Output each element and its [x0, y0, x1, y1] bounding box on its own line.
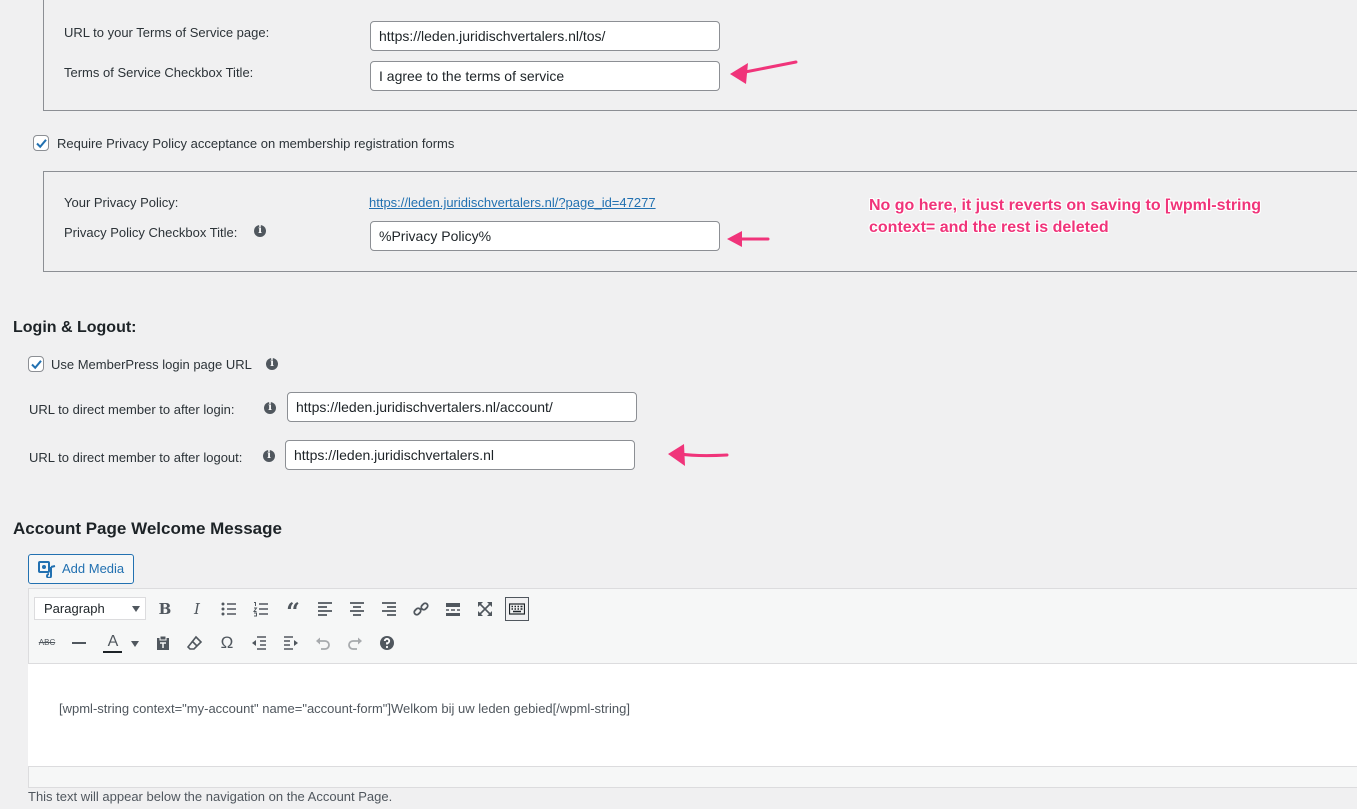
italic-icon[interactable]: I — [185, 597, 209, 621]
after-login-label: URL to direct member to after login: — [29, 402, 235, 417]
welcome-heading: Account Page Welcome Message — [13, 519, 282, 538]
annotation-line-2: context= and the rest is deleted — [869, 219, 1109, 236]
require-privacy-checkbox[interactable] — [33, 135, 49, 151]
bold-icon[interactable]: B — [153, 597, 177, 621]
info-icon[interactable]: i — [266, 358, 278, 370]
link-icon[interactable] — [409, 597, 433, 621]
info-icon[interactable]: i — [263, 450, 275, 462]
outdent-icon[interactable] — [247, 631, 271, 655]
arrow-annotation-privacy — [727, 231, 770, 247]
privacy-checkbox-title-input[interactable]: %Privacy Policy% — [370, 221, 720, 251]
add-media-label: Add Media — [62, 561, 125, 576]
format-select[interactable]: Paragraph — [34, 597, 146, 620]
privacy-checkbox-title-label: Privacy Policy Checkbox Title: — [64, 225, 238, 240]
privacy-policy-link[interactable]: https://leden.juridischvertalers.nl/?pag… — [369, 195, 656, 210]
after-logout-label: URL to direct member to after logout: — [29, 450, 243, 465]
add-media-button[interactable]: Add Media — [28, 554, 134, 584]
require-privacy-label: Require Privacy Policy acceptance on mem… — [57, 136, 455, 151]
bullet-list-icon[interactable] — [217, 597, 241, 621]
toolbar-toggle-icon[interactable] — [505, 597, 529, 621]
annotation-note: No go here, it just reverts on saving to… — [869, 195, 1261, 239]
chevron-down-icon[interactable] — [131, 641, 139, 647]
align-center-icon[interactable] — [345, 597, 369, 621]
info-icon[interactable]: i — [264, 402, 276, 414]
help-icon[interactable] — [375, 631, 399, 655]
numbered-list-icon[interactable] — [249, 597, 273, 621]
fullscreen-icon[interactable] — [473, 597, 497, 621]
arrow-annotation-logout — [668, 444, 729, 466]
redo-icon[interactable] — [343, 631, 367, 655]
tos-url-input[interactable]: https://leden.juridischvertalers.nl/tos/ — [370, 21, 720, 51]
text-color-icon[interactable]: A — [101, 631, 125, 655]
tos-panel — [43, 0, 1357, 111]
blockquote-icon[interactable]: “ — [281, 597, 305, 626]
clear-formatting-icon[interactable] — [183, 631, 207, 655]
tos-checkbox-title-input[interactable]: I agree to the terms of service — [370, 61, 720, 91]
use-login-url-checkbox[interactable] — [28, 356, 44, 372]
align-right-icon[interactable] — [377, 597, 401, 621]
undo-icon[interactable] — [311, 631, 335, 655]
editor-content-text[interactable]: [wpml-string context="my-account" name="… — [59, 701, 630, 716]
strikethrough-icon[interactable]: ABC — [35, 631, 59, 655]
info-icon[interactable]: i — [254, 225, 266, 237]
horizontal-line-icon[interactable] — [67, 631, 91, 655]
tos-url-label: URL to your Terms of Service page: — [64, 25, 270, 40]
privacy-policy-label: Your Privacy Policy: — [64, 195, 179, 210]
chevron-down-icon — [132, 606, 140, 612]
use-login-url-label: Use MemberPress login page URL — [51, 357, 252, 372]
indent-icon[interactable] — [279, 631, 303, 655]
after-logout-input[interactable]: https://leden.juridischvertalers.nl — [285, 440, 635, 470]
align-left-icon[interactable] — [313, 597, 337, 621]
format-select-value: Paragraph — [44, 601, 105, 616]
welcome-help-text: This text will appear below the navigati… — [28, 789, 393, 804]
read-more-icon[interactable] — [441, 597, 465, 621]
login-logout-heading: Login & Logout: — [13, 319, 137, 336]
add-media-icon — [38, 561, 56, 578]
arrow-annotation-tos — [730, 60, 798, 84]
paste-text-icon[interactable] — [151, 631, 175, 655]
annotation-line-1: No go here, it just reverts on saving to… — [869, 197, 1262, 214]
text-color-swatch — [103, 651, 122, 653]
tos-checkbox-title-label: Terms of Service Checkbox Title: — [64, 65, 254, 80]
after-login-input[interactable]: https://leden.juridischvertalers.nl/acco… — [287, 392, 637, 422]
special-character-icon[interactable]: Ω — [215, 631, 239, 655]
